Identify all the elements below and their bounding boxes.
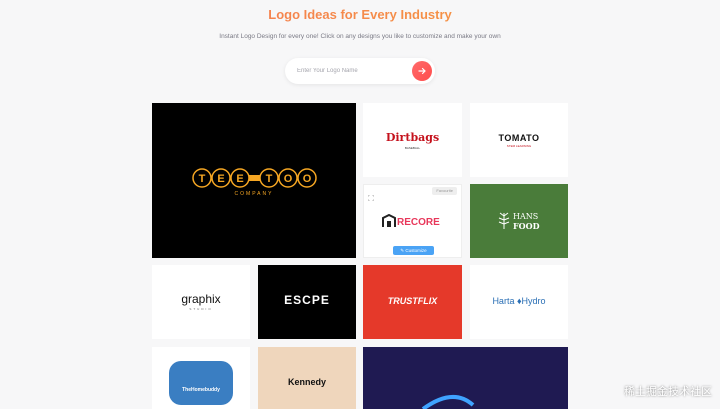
logo-card-teetoo[interactable]: TEE TOO COMPANY <box>152 103 356 258</box>
svg-text:T: T <box>266 173 273 185</box>
logo-name-input[interactable] <box>297 64 407 78</box>
tomato-name: TOMATO <box>498 133 540 143</box>
logo-card-escape[interactable]: ESCPE <box>258 265 356 339</box>
homebuddy-badge: TheHomebuddy <box>169 361 233 405</box>
page-subtitle: Instant Logo Design for every one! Click… <box>219 33 501 40</box>
homebuddy-name: TheHomebuddy <box>182 387 220 393</box>
graphix-name: graphix <box>181 292 221 306</box>
customize-label: Customize <box>405 248 427 253</box>
hans-line1: HANS <box>513 212 539 221</box>
svg-text:O: O <box>303 173 312 185</box>
customize-button[interactable]: ✎ Customize <box>393 246 434 255</box>
trustflix-name: TRUSTFLIX <box>387 296 438 306</box>
arrow-right-icon <box>418 67 426 75</box>
tomato-subtitle: STEM LEARNING <box>506 144 532 148</box>
logo-card-hartahydro[interactable]: Harta ♦Hydro <box>470 265 568 339</box>
drop-icon: ♦ <box>514 296 522 306</box>
escape-name: ESCPE <box>284 293 330 307</box>
watermark: 稀土掘金技术社区 <box>624 385 712 398</box>
logo-card-arecore[interactable]: Favourite RECORE ✎ Customize <box>363 184 462 258</box>
logo-card-kennedy[interactable]: Kennedy <box>258 347 356 409</box>
dirtbags-subtitle: BASEBALL <box>404 146 421 150</box>
hans-line2: FOOD <box>513 221 540 231</box>
logo-name-search <box>285 58 435 84</box>
svg-text:O: O <box>284 173 293 185</box>
teetoo-subtitle: COMPANY <box>234 191 274 197</box>
logo-card-trustflix[interactable]: TRUSTFLIX <box>363 265 462 339</box>
kennedy-name: Kennedy <box>287 377 326 387</box>
logo-card-partial[interactable] <box>363 347 568 409</box>
hartahydro-name: Harta ♦Hydro <box>470 296 568 306</box>
svg-text:E: E <box>236 173 243 185</box>
logo-card-graphix[interactable]: graphix STUDIO <box>152 265 250 339</box>
logo-card-dirtbags[interactable]: Dirtbags BASEBALL <box>363 103 462 177</box>
hydro-word: Hydro <box>521 296 546 306</box>
arc-mark <box>421 395 475 409</box>
logo-card-hansfood[interactable]: HANS FOOD <box>470 184 568 258</box>
svg-text:RECORE: RECORE <box>397 217 440 228</box>
expand-icon[interactable] <box>367 188 375 202</box>
graphix-subtitle: STUDIO <box>189 307 213 311</box>
leaf-icon <box>497 210 511 230</box>
logo-card-tomato[interactable]: TOMATO STEM LEARNING <box>470 103 568 177</box>
search-submit-button[interactable] <box>412 61 432 81</box>
svg-text:E: E <box>217 173 224 185</box>
favorite-button[interactable]: Favourite <box>432 187 457 195</box>
teetoo-logo-mark: TEE TOO <box>192 167 317 189</box>
svg-text:T: T <box>199 173 206 185</box>
page-title: Logo Ideas for Every Industry <box>0 7 720 22</box>
logo-card-homebuddy[interactable]: TheHomebuddy <box>152 347 250 409</box>
harta-word: Harta <box>492 296 515 306</box>
dirtbags-name: Dirtbags <box>385 131 440 144</box>
arecore-logo: RECORE <box>382 213 446 228</box>
